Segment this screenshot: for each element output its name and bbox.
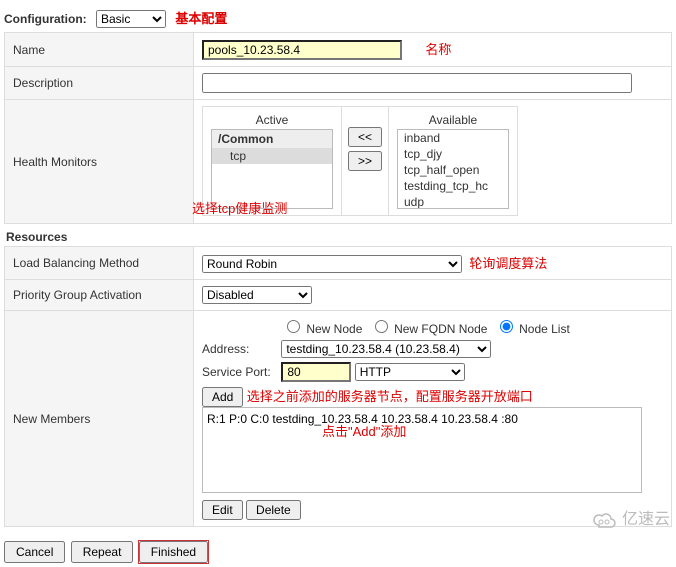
available-title: Available (397, 113, 509, 129)
note-name: 名称 (425, 42, 451, 57)
active-group: /Common (212, 130, 332, 148)
service-port-label: Service Port: (202, 365, 278, 379)
resources-title: Resources (4, 224, 672, 246)
health-monitors-label: Health Monitors (13, 155, 97, 169)
resources-table: Load Balancing Method Round Robin 轮询调度算法… (4, 246, 672, 527)
lb-method-label: Load Balancing Method (13, 256, 139, 270)
avail-item-0[interactable]: inband (398, 130, 508, 146)
cloud-icon (592, 512, 618, 528)
note-lb: 轮询调度算法 (469, 256, 547, 271)
available-listbox[interactable]: inband tcp_djy tcp_half_open testding_tc… (397, 129, 509, 209)
pga-label: Priority Group Activation (13, 288, 142, 302)
note-tcp-monitor: 选择tcp健康监测 (192, 198, 663, 217)
add-button[interactable]: Add (202, 387, 243, 407)
active-title: Active (211, 113, 333, 129)
address-select[interactable]: testding_10.23.58.4 (10.23.58.4) (281, 340, 491, 358)
delete-button[interactable]: Delete (246, 500, 301, 520)
repeat-button[interactable]: Repeat (71, 541, 134, 563)
note-click-add: 点击"Add"添加 (322, 421, 406, 440)
general-table: Name 名称 Description Health Monitors Acti… (4, 32, 672, 224)
description-input[interactable] (202, 73, 632, 93)
avail-item-1[interactable]: tcp_djy (398, 146, 508, 162)
radio-new-node[interactable]: New Node (282, 322, 362, 336)
edit-button[interactable]: Edit (202, 500, 243, 520)
configuration-select[interactable]: Basic (96, 10, 166, 28)
address-label: Address: (202, 342, 278, 356)
name-label: Name (13, 43, 45, 57)
name-input[interactable] (202, 40, 402, 60)
service-port-input[interactable] (281, 362, 351, 382)
service-port-select[interactable]: HTTP (355, 363, 465, 381)
finished-button[interactable]: Finished (139, 541, 208, 563)
description-label: Description (13, 76, 73, 90)
lb-method-select[interactable]: Round Robin (202, 255, 462, 273)
watermark: 亿速云 (592, 505, 670, 529)
members-listbox[interactable]: R:1 P:0 C:0 testding_10.23.58.4 10.23.58… (202, 407, 642, 493)
active-listbox[interactable]: /Common tcp (211, 129, 333, 209)
radio-new-fqdn[interactable]: New FQDN Node (370, 322, 488, 336)
move-left-button[interactable]: << (348, 127, 382, 147)
avail-item-3[interactable]: testding_tcp_hc (398, 178, 508, 194)
new-members-label: New Members (13, 412, 90, 426)
avail-item-2[interactable]: tcp_half_open (398, 162, 508, 178)
configuration-label: Configuration: (4, 12, 87, 26)
active-item-tcp[interactable]: tcp (212, 148, 332, 164)
radio-node-list[interactable]: Node List (495, 322, 570, 336)
cancel-button[interactable]: Cancel (4, 541, 65, 563)
note-add-node: 选择之前添加的服务器节点，配置服务器开放端口 (247, 389, 533, 404)
pga-select[interactable]: Disabled (202, 286, 312, 304)
note-basic-config: 基本配置 (175, 11, 227, 26)
move-right-button[interactable]: >> (348, 151, 382, 171)
